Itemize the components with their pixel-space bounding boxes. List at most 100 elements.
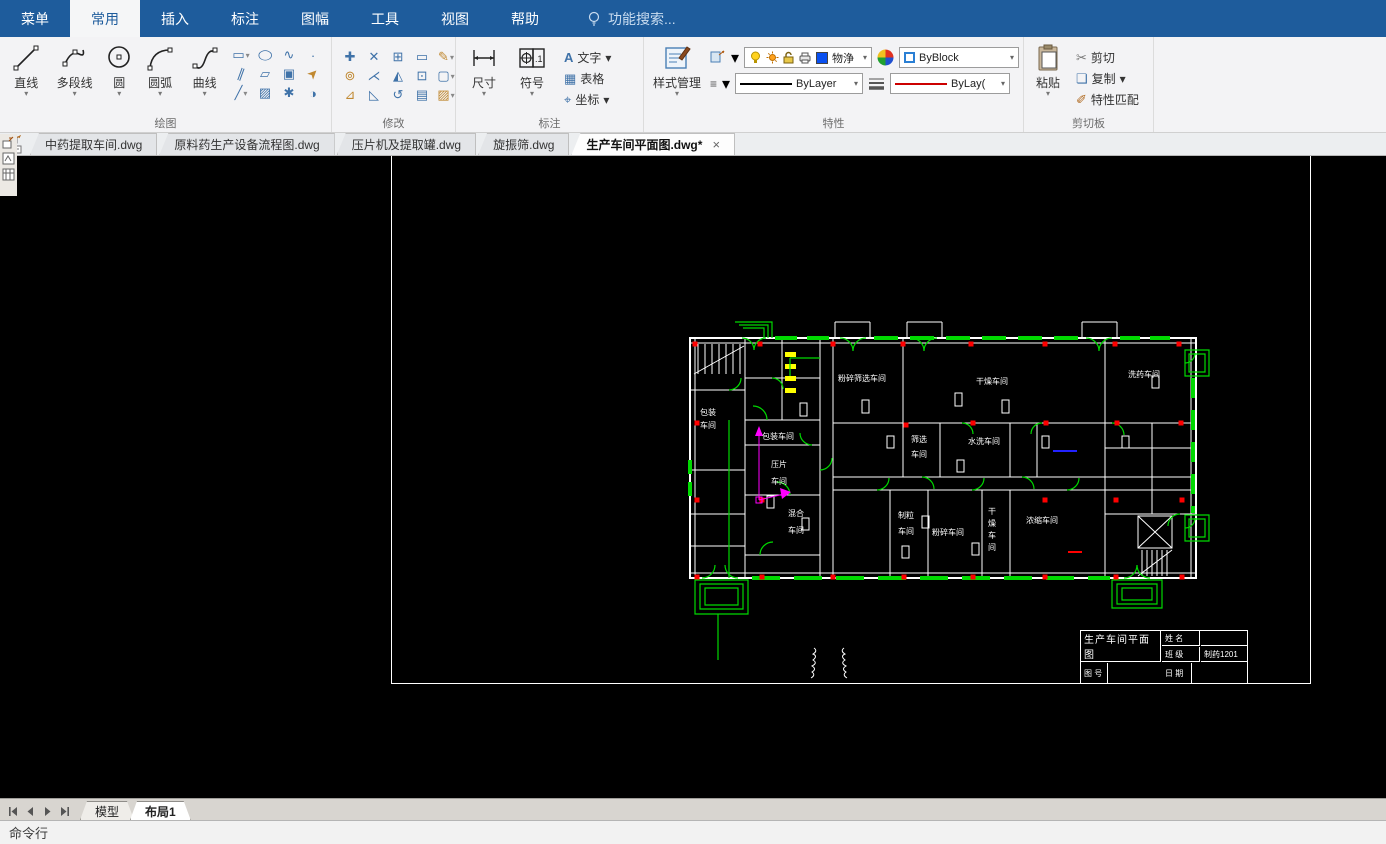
side-mini-toolbar bbox=[0, 134, 17, 196]
chevron-down-icon: ▾ bbox=[529, 89, 534, 98]
menu-item-shitu[interactable]: 视图 bbox=[420, 0, 490, 37]
match-properties-button[interactable]: ✐ 特性匹配 bbox=[1072, 90, 1143, 109]
text-button[interactable]: A 文字 ▾ bbox=[560, 48, 615, 67]
layer-dropdown[interactable]: 物浄 ▾ bbox=[744, 47, 872, 68]
hatch-edit-icon[interactable]: ▨ ▾ bbox=[436, 86, 456, 104]
lineweight-dropdown[interactable]: ByLay( ▾ bbox=[890, 73, 1011, 94]
extend-icon[interactable]: ⋌ bbox=[364, 67, 384, 85]
properties-group-label: 特性 bbox=[822, 118, 845, 130]
menu-item-changyong[interactable]: 常用 bbox=[70, 0, 140, 37]
line-button[interactable]: 直线 ▾ bbox=[4, 40, 49, 116]
menu-item-bangzhu[interactable]: 帮助 bbox=[490, 0, 560, 37]
copy-button[interactable]: ❏ 复制 ▾ bbox=[1072, 69, 1143, 88]
room-label: 包装车间 bbox=[762, 431, 794, 441]
chamfer-icon[interactable]: ◺ bbox=[364, 86, 384, 104]
layer-manager-icon[interactable] bbox=[710, 49, 726, 66]
layer-lock-icon bbox=[783, 51, 794, 64]
dimension-button[interactable]: 尺寸 ▾ bbox=[460, 40, 508, 116]
room-label: 筛选 bbox=[911, 434, 927, 444]
room-label: 粉碎筛选车间 bbox=[838, 373, 886, 383]
modify-group-label: 修改 bbox=[382, 118, 405, 130]
side-tool-redline-icon[interactable] bbox=[2, 136, 15, 149]
chevron-down-icon[interactable]: ▾ bbox=[722, 74, 730, 94]
move-icon[interactable]: ✚ bbox=[340, 48, 360, 66]
doc-tab-2[interactable]: 原料药生产设备流程图.dwg bbox=[159, 133, 335, 155]
arc-button[interactable]: 圆弧 ▾ bbox=[138, 40, 183, 116]
tab-model[interactable]: 模型 bbox=[80, 801, 134, 820]
linetype-dropdown[interactable]: ByLayer ▾ bbox=[735, 73, 864, 94]
lineweight-icon[interactable] bbox=[868, 77, 885, 91]
room-label: 车间 bbox=[771, 476, 787, 486]
command-line[interactable]: 命令行 bbox=[0, 820, 1386, 844]
rectangle-edit-icon[interactable]: ▢ ▾ bbox=[436, 67, 456, 85]
function-search[interactable]: 功能搜索... bbox=[588, 0, 676, 37]
ellipse-icon[interactable]: ◯ bbox=[255, 48, 275, 62]
polyline-button[interactable]: 多段线 ▾ bbox=[49, 40, 101, 116]
color-dropdown[interactable]: ByBlock ▾ bbox=[899, 47, 1019, 68]
cut-button[interactable]: ✂ 剪切 bbox=[1072, 48, 1143, 67]
doc-tab-1[interactable]: 中药提取车间.dwg bbox=[30, 133, 158, 155]
menu-item-tufu[interactable]: 图幅 bbox=[280, 0, 350, 37]
coordinate-button[interactable]: ⌖ 坐标 ▾ bbox=[560, 90, 615, 109]
modify-grid: ✚ ✕ ⊞ ▭ ✎ ▾ ⊚ ⋌ ◭ ⊡ ▢ ▾ ⊿ ◺ ↺ ▤ ▨ ▾ bbox=[340, 48, 458, 104]
chevron-down-icon: ▾ bbox=[24, 89, 29, 98]
copy-object-icon[interactable]: ⊡ bbox=[412, 67, 432, 85]
title-block-no-value bbox=[1109, 663, 1161, 684]
menu-item-gongju[interactable]: 工具 bbox=[350, 0, 420, 37]
rotate-icon[interactable]: ↺ bbox=[388, 86, 408, 104]
polygon-icon[interactable]: ▱ bbox=[255, 65, 275, 83]
gear-icon[interactable]: ✱ bbox=[279, 84, 299, 102]
match-properties-label: 特性匹配 bbox=[1090, 93, 1139, 107]
hatch-icon[interactable]: ▨ bbox=[255, 84, 275, 102]
doc-tab-active[interactable]: 生产车间平面图.dwg* × bbox=[571, 133, 736, 155]
side-tool-compare-icon[interactable] bbox=[2, 152, 15, 165]
menu-item-charu[interactable]: 插入 bbox=[140, 0, 210, 37]
close-icon[interactable]: × bbox=[712, 137, 720, 152]
chevron-down-icon: ▾ bbox=[674, 89, 679, 98]
construction-line-icon[interactable]: ╱ ▾ bbox=[231, 84, 251, 102]
function-search-label: 功能搜索... bbox=[608, 10, 676, 27]
text-label: 文字 bbox=[577, 51, 602, 65]
offset-icon[interactable]: ⊚ bbox=[340, 67, 360, 85]
side-tool-grid-icon[interactable] bbox=[2, 168, 15, 181]
trim-icon[interactable]: ✕ bbox=[364, 48, 384, 66]
last-sheet-icon[interactable] bbox=[59, 806, 70, 817]
chevron-down-icon[interactable]: ▾ bbox=[731, 48, 739, 68]
cut-label: 剪切 bbox=[1090, 51, 1115, 65]
circle-button[interactable]: 圆 ▾ bbox=[101, 40, 138, 116]
symbol-button[interactable]: .1 符号 ▾ bbox=[508, 40, 556, 116]
command-line-label: 命令行 bbox=[9, 826, 49, 841]
room-label: 洗药车间 bbox=[1128, 369, 1160, 379]
erase-icon[interactable]: ✎ ▾ bbox=[436, 48, 456, 66]
array-icon[interactable]: ⊞ bbox=[388, 48, 408, 66]
block-icon[interactable]: ▣ bbox=[279, 65, 299, 83]
color-value: ByBlock bbox=[919, 51, 959, 64]
doc-tab-4[interactable]: 旋振筛.dwg bbox=[478, 133, 570, 155]
table-button[interactable]: ▦ 表格 bbox=[560, 69, 615, 88]
paste-button[interactable]: 粘贴 ▾ bbox=[1028, 40, 1068, 116]
room-label: 水洗车间 bbox=[968, 436, 1000, 446]
room-label: 车间 bbox=[700, 420, 716, 430]
sheet-tab-bar: 模型 布局1 bbox=[0, 798, 1386, 820]
first-sheet-icon[interactable] bbox=[8, 806, 19, 817]
align-icon[interactable]: ▤ bbox=[412, 86, 432, 104]
style-manager-button[interactable]: 样式管理 ▾ bbox=[648, 40, 706, 116]
layer-name: 物浄 bbox=[832, 52, 854, 65]
tab-layout1[interactable]: 布局1 bbox=[130, 801, 191, 820]
spline-button[interactable]: 曲线 ▾ bbox=[182, 40, 227, 116]
parallel-lines-icon[interactable]: ∥ bbox=[229, 62, 254, 86]
ribbon-group-modify: ✚ ✕ ⊞ ▭ ✎ ▾ ⊚ ⋌ ◭ ⊡ ▢ ▾ ⊿ ◺ ↺ ▤ ▨ ▾ 修改 bbox=[332, 37, 456, 132]
menu-item-caidan[interactable]: 菜单 bbox=[0, 0, 70, 37]
stretch-icon[interactable]: ▭ bbox=[412, 48, 432, 66]
menu-item-biaozhu[interactable]: 标注 bbox=[210, 0, 280, 37]
revision-cloud-icon[interactable]: ∿ bbox=[279, 46, 299, 64]
color-wheel-icon[interactable] bbox=[877, 49, 894, 66]
mirror-icon[interactable]: ◭ bbox=[388, 67, 408, 85]
sweep-icon[interactable]: ⊿ bbox=[340, 86, 360, 104]
prev-sheet-icon[interactable] bbox=[25, 806, 36, 817]
next-sheet-icon[interactable] bbox=[42, 806, 53, 817]
drawing-canvas[interactable]: 包装 车间 包装车间 压片 车间 混合 车间 粉碎筛选车间 干燥车间 洗药车间 筛选 车间 水洗车间 制粒… bbox=[0, 156, 1386, 798]
doc-tab-3[interactable]: 压片机及提取罐.dwg bbox=[336, 133, 477, 155]
linetype-list-icon[interactable]: ≡ bbox=[710, 77, 717, 91]
chevron-down-icon: ▾ bbox=[72, 89, 77, 98]
